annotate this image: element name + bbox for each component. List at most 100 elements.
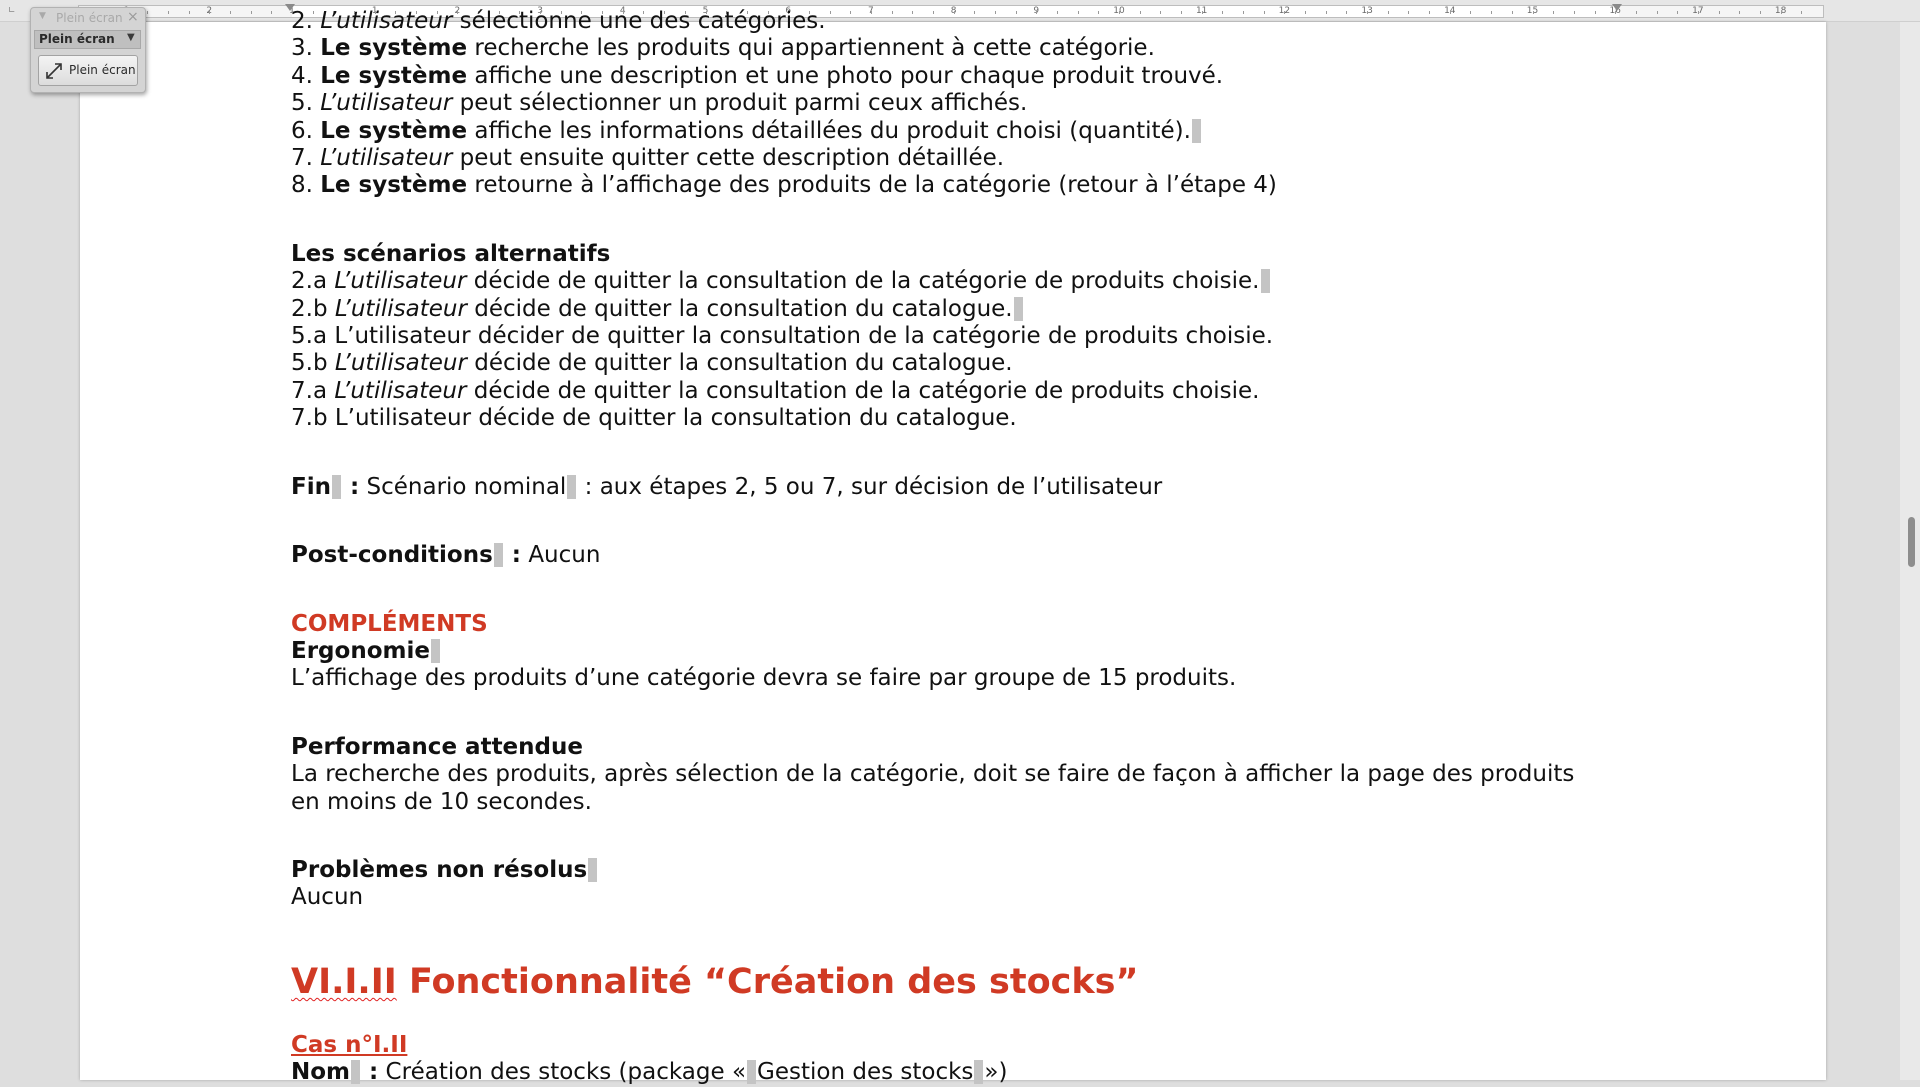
step-number: 3.	[291, 35, 313, 62]
alt-scenario-text: décide de quitter la consultation du cat…	[466, 295, 1013, 322]
performance-text-line1: La recherche des produits, après sélecti…	[291, 761, 1575, 788]
alt-scenario-text: décide de quitter la consultation du cat…	[471, 405, 1017, 432]
alt-scenario-line: 5.b L’utilisateur décide de quitter la c…	[291, 350, 1691, 377]
nbsp-marker	[588, 857, 598, 882]
alt-scenario-number: 7.b	[291, 405, 328, 432]
ergonomie-heading: Ergonomie	[291, 638, 1691, 665]
step-actor: L’utilisateur	[320, 90, 453, 117]
nbsp-marker	[331, 474, 341, 499]
fullscreen-button[interactable]: Plein écran	[38, 55, 138, 86]
nbsp-marker	[1191, 118, 1201, 143]
step-text: affiche les informations détaillées du p…	[467, 117, 1191, 144]
ruler-tick	[147, 11, 149, 14]
name-line: Nom : Création des stocks (package «Gest…	[291, 1059, 1008, 1086]
nbsp-marker	[430, 638, 440, 663]
ruler-tick	[1780, 11, 1782, 14]
alt-scenario-actor: L’utilisateur	[334, 323, 471, 350]
step-line: 6. Le système affiche les informations d…	[291, 118, 1691, 145]
step-line: 4. Le système affiche une description et…	[291, 63, 1691, 90]
ruler-tick	[1739, 11, 1741, 14]
alt-scenario-text: décide de quitter la consultation du cat…	[466, 350, 1013, 377]
alt-scenarios-title: Les scénarios alternatifs	[291, 240, 611, 267]
ruler-tick	[1697, 11, 1699, 14]
step-actor: Le système	[320, 117, 468, 144]
alt-scenario-number: 2.a	[291, 268, 328, 295]
ruler-tick	[188, 11, 190, 14]
nbsp-marker	[567, 474, 577, 499]
case-heading: Cas n°I.II	[291, 1031, 408, 1058]
alt-scenario-line: 7.a L’utilisateur décide de quitter la c…	[291, 378, 1691, 405]
fullscreen-toolbar[interactable]: ▼ Plein écran × Plein écran ▼ Plein écra…	[30, 7, 146, 93]
ruler-tick	[1718, 11, 1720, 14]
performance-heading: Performance attendue	[291, 733, 583, 760]
toolbar-dropdown[interactable]: Plein écran ▼	[34, 30, 141, 49]
alt-scenario-number: 5.a	[291, 323, 328, 350]
nominal-steps-list: 3. Le système recherche les produits qui…	[291, 35, 1691, 199]
section-number: VI.I.II	[291, 961, 397, 1002]
step-line: 3. Le système recherche les produits qui…	[291, 35, 1691, 62]
nbsp-marker	[1260, 269, 1270, 294]
step-number: 5.	[291, 90, 313, 117]
step-actor: L’utilisateur	[320, 145, 453, 172]
alt-scenario-text: décide de quitter la consultation de la …	[466, 377, 1260, 404]
postconditions-line: Post-conditions : Aucun	[291, 542, 601, 569]
step-actor: Le système	[320, 35, 468, 62]
alt-scenario-line: 2.a L’utilisateur décide de quitter la c…	[291, 268, 1691, 295]
alt-scenario-number: 7.a	[291, 377, 328, 404]
triangle-down-icon: ▼	[127, 32, 135, 43]
ruler-tick	[167, 11, 169, 14]
alt-scenarios-list: 2.a L’utilisateur décide de quitter la c…	[291, 268, 1691, 432]
alt-scenario-line: 5.a L’utilisateur décider de quitter la …	[291, 323, 1691, 350]
step-number: 8.	[291, 172, 313, 199]
tab-stop-corner-icon[interactable]: ∟	[8, 6, 16, 16]
step-text: recherche les produits qui appartiennent…	[467, 35, 1155, 62]
nbsp-marker	[351, 1060, 361, 1085]
step-number: 6.	[291, 117, 313, 144]
nbsp-marker	[493, 543, 503, 568]
complements-heading: COMPLÉMENTS	[291, 610, 488, 637]
alt-scenario-line: 7.b L’utilisateur décide de quitter la c…	[291, 405, 1691, 432]
toolbar-titlebar[interactable]: ▼ Plein écran ×	[31, 8, 145, 26]
nbsp-marker	[974, 1060, 984, 1085]
ruler-tick	[250, 11, 252, 14]
alt-scenario-actor: L’utilisateur	[334, 350, 467, 377]
scrollbar-thumb[interactable]	[1908, 517, 1915, 567]
chevron-down-icon[interactable]: ▼	[39, 11, 46, 21]
toolbar-title: Plein écran	[56, 11, 123, 25]
document-content[interactable]: 2. L’utilisateur sélectionne une des cat…	[291, 8, 1691, 1087]
ergonomie-text: L’affichage des produits d’une catégorie…	[291, 665, 1237, 692]
ruler-tick	[1801, 11, 1803, 14]
step-number: 4.	[291, 62, 313, 89]
step-actor: Le système	[320, 62, 468, 89]
step-line-partial: 2. L’utilisateur sélectionne une des cat…	[291, 8, 826, 34]
ruler-tick	[1759, 11, 1761, 14]
step-text: retourne à l’affichage des produits de l…	[467, 172, 1277, 199]
step-number: 7.	[291, 145, 313, 172]
step-text: affiche une description et une photo pou…	[467, 62, 1224, 89]
step-line: 7. L’utilisateur peut ensuite quitter ce…	[291, 145, 1691, 172]
step-line: 8. Le système retourne à l’affichage des…	[291, 172, 1691, 199]
alt-scenario-line: 2.b L’utilisateur décide de quitter la c…	[291, 296, 1691, 323]
problems-text: Aucun	[291, 884, 364, 911]
performance-text-line2: en moins de 10 secondes.	[291, 788, 592, 815]
step-text: peut ensuite quitter cette description d…	[452, 145, 1005, 172]
step-line: 5. L’utilisateur peut sélectionner un pr…	[291, 90, 1691, 117]
document-page[interactable]: 2. L’utilisateur sélectionne une des cat…	[80, 8, 1826, 1085]
toolbar-dropdown-label: Plein écran	[39, 32, 115, 46]
ruler-tick	[209, 11, 211, 14]
problems-heading: Problèmes non résolus	[291, 857, 1691, 884]
section-heading: VI.I.II Fonctionnalité “Création des sto…	[291, 961, 1139, 1002]
close-icon[interactable]: ×	[127, 9, 139, 25]
alt-scenario-number: 2.b	[291, 295, 328, 322]
alt-scenario-number: 5.b	[291, 350, 328, 377]
alt-scenario-actor: L’utilisateur	[334, 377, 467, 404]
alt-scenario-text: décide de quitter la consultation de la …	[466, 268, 1260, 295]
alt-scenario-actor: L’utilisateur	[334, 295, 467, 322]
alt-scenario-actor: L’utilisateur	[334, 268, 467, 295]
nbsp-marker	[747, 1060, 757, 1085]
fin-line: Fin : Scénario nominal : aux étapes 2, 5…	[291, 473, 1163, 500]
nbsp-marker	[1013, 296, 1023, 321]
fullscreen-icon	[46, 63, 62, 79]
ruler-tick	[229, 11, 231, 14]
step-text: peut sélectionner un produit parmi ceux …	[452, 90, 1028, 117]
